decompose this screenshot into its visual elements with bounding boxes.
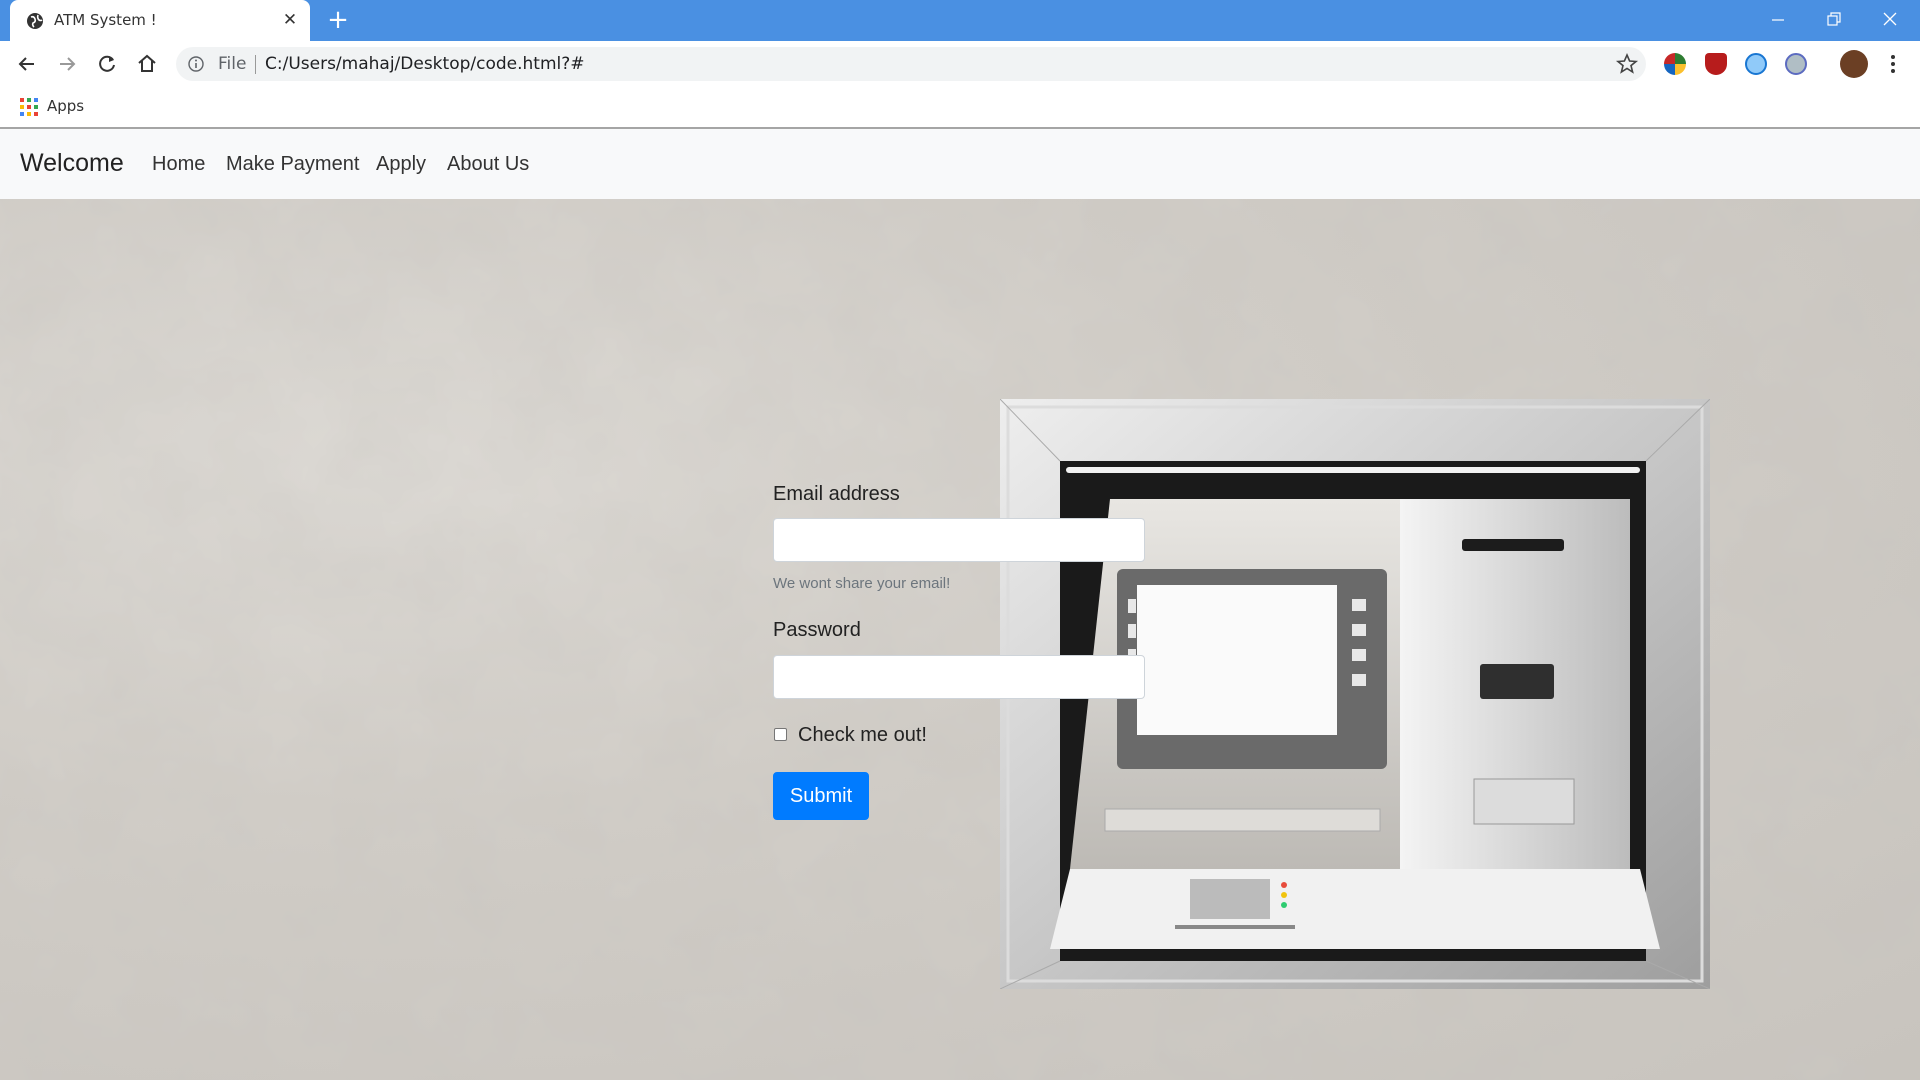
hero-background: Email address We wont share your email! … xyxy=(0,199,1920,1080)
back-arrow-icon[interactable] xyxy=(14,51,40,77)
info-icon[interactable] xyxy=(188,56,204,72)
apps-grid-icon[interactable] xyxy=(20,98,38,116)
site-navbar: Welcome Home Make Payment Apply About Us xyxy=(0,129,1920,199)
address-bar[interactable]: File C:/Users/mahaj/Desktop/code.html?# xyxy=(176,47,1646,81)
close-icon xyxy=(1883,12,1897,26)
submit-button[interactable]: Submit xyxy=(773,772,869,820)
navbar-brand[interactable]: Welcome xyxy=(20,149,124,178)
restore-window-button[interactable] xyxy=(1814,4,1854,34)
nav-link-apply[interactable]: Apply xyxy=(376,153,426,176)
browser-titlebar: ATM System ! ✕ + xyxy=(0,0,1920,41)
apps-bookmark[interactable]: Apps xyxy=(47,97,84,115)
more-menu-icon[interactable] xyxy=(1886,51,1900,77)
browser-tab[interactable]: ATM System ! ✕ xyxy=(10,0,310,41)
address-separator xyxy=(255,55,256,74)
extension-icon-blue[interactable] xyxy=(1745,53,1767,75)
bookmark-star-icon[interactable] xyxy=(1614,51,1640,77)
password-label: Password xyxy=(773,619,861,641)
nav-link-about-us[interactable]: About Us xyxy=(447,153,529,176)
minimize-window-button[interactable] xyxy=(1758,4,1798,34)
reload-icon[interactable] xyxy=(94,51,120,77)
email-help-text: We wont share your email! xyxy=(773,575,951,592)
password-field[interactable] xyxy=(773,655,1145,699)
nav-link-make-payment[interactable]: Make Payment xyxy=(226,153,359,176)
check-me-out-row: Check me out! xyxy=(773,721,1073,751)
check-me-out-label[interactable]: Check me out! xyxy=(798,724,927,747)
forward-arrow-icon[interactable] xyxy=(54,51,80,77)
url-text[interactable]: C:/Users/mahaj/Desktop/code.html?# xyxy=(265,54,585,74)
globe-icon xyxy=(27,13,43,29)
profile-avatar[interactable] xyxy=(1840,50,1868,78)
close-window-button[interactable] xyxy=(1870,4,1910,34)
extension-icon-colorful[interactable] xyxy=(1664,53,1686,75)
tab-close-icon[interactable]: ✕ xyxy=(280,10,300,30)
file-scheme-label: File xyxy=(218,54,247,74)
new-tab-icon[interactable]: + xyxy=(326,7,350,33)
minimize-icon xyxy=(1772,19,1784,21)
restore-icon xyxy=(1827,12,1841,26)
browser-toolbar: File C:/Users/mahaj/Desktop/code.html?# xyxy=(0,41,1920,87)
bookmarks-bar: Apps xyxy=(0,87,1920,129)
email-label: Email address xyxy=(773,483,900,505)
email-field[interactable] xyxy=(773,518,1145,562)
check-me-out-checkbox[interactable] xyxy=(774,728,787,741)
tab-title: ATM System ! xyxy=(54,11,157,29)
ublock-shield-icon[interactable] xyxy=(1705,53,1727,75)
nav-link-home[interactable]: Home xyxy=(152,153,205,176)
extension-icon-glasses[interactable] xyxy=(1785,53,1807,75)
home-icon[interactable] xyxy=(134,51,160,77)
